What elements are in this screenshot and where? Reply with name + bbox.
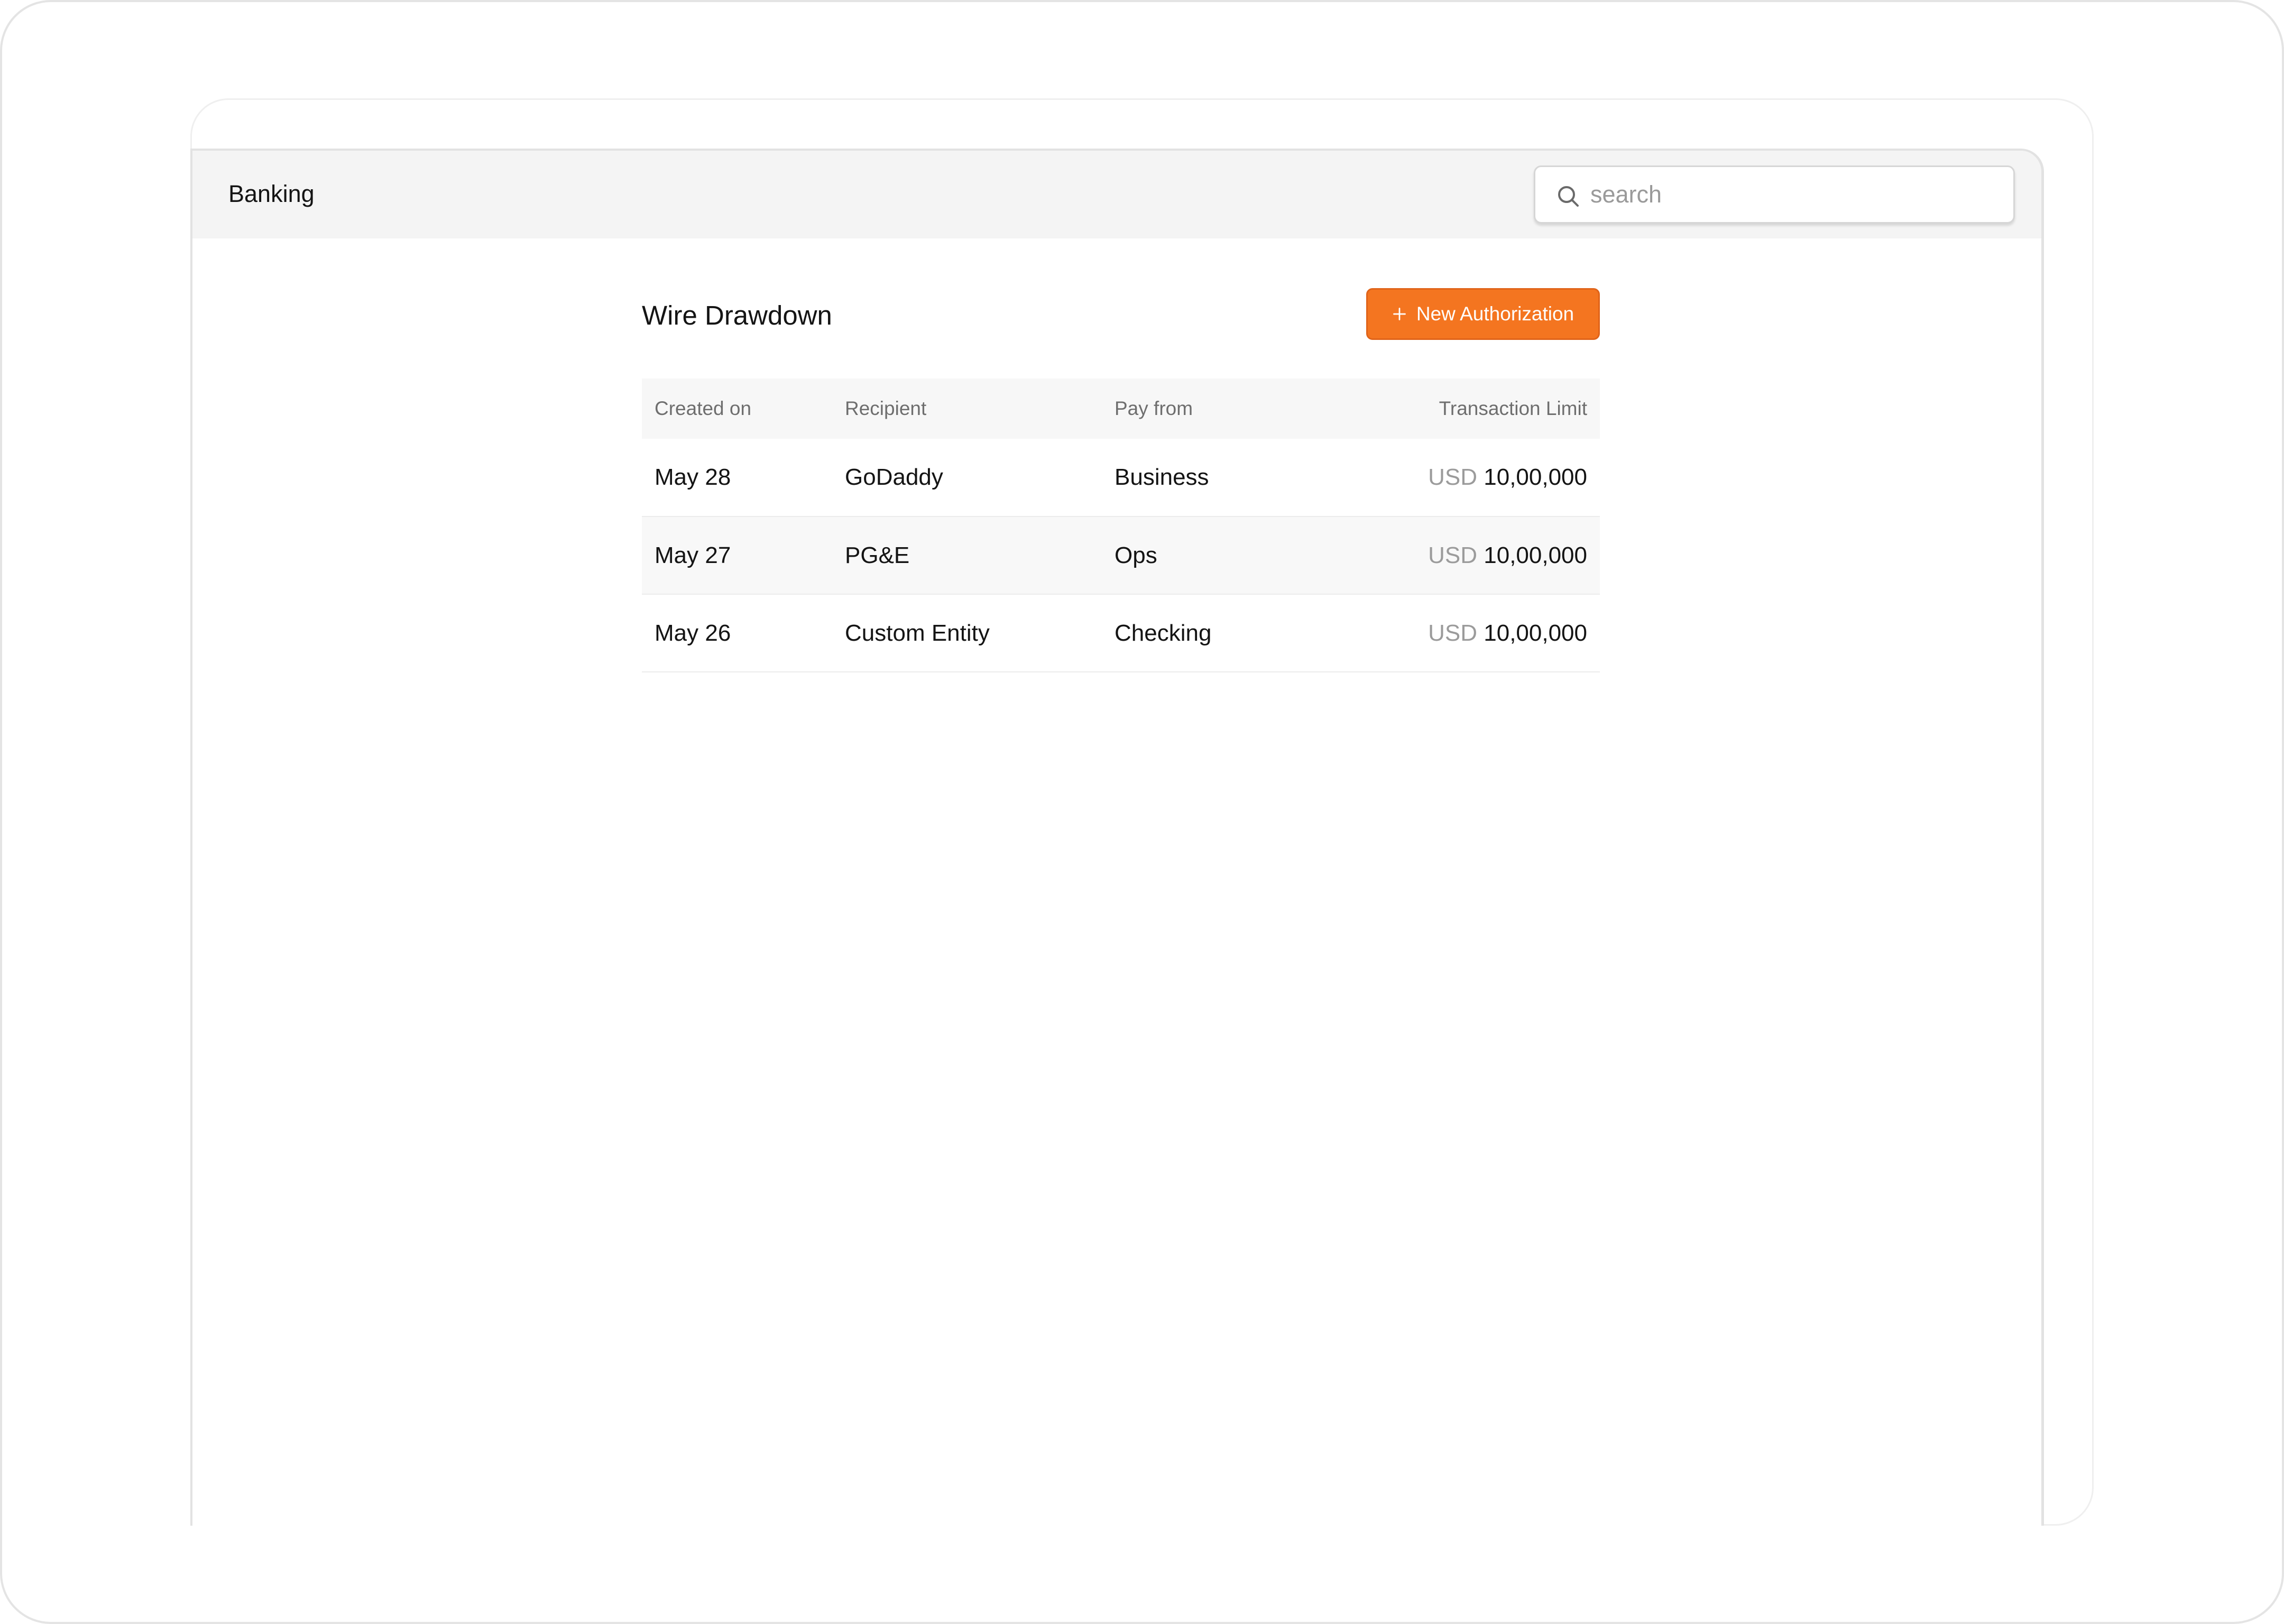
table-row[interactable]: May 28 GoDaddy Business USD 10,00,000: [642, 439, 1600, 517]
column-header-transaction-limit[interactable]: Transaction Limit: [1371, 379, 1600, 439]
table-row[interactable]: May 27 PG&E Ops USD 10,00,000: [642, 516, 1600, 595]
cell-recipient: Custom Entity: [832, 594, 1102, 672]
table-row[interactable]: May 26 Custom Entity Checking USD 10,00,…: [642, 594, 1600, 672]
column-header-created-on[interactable]: Created on: [642, 379, 832, 439]
column-header-recipient[interactable]: Recipient: [832, 379, 1102, 439]
cell-pay-from: Checking: [1102, 594, 1371, 672]
cell-created-on: May 28: [642, 439, 832, 517]
search-icon: [1558, 186, 1579, 207]
column-header-pay-from[interactable]: Pay from: [1102, 379, 1371, 439]
table-header-row: Created on Recipient Pay from Transactio…: [642, 379, 1600, 439]
currency-code: USD: [1428, 464, 1478, 490]
search-input[interactable]: [1590, 167, 2003, 222]
limit-amount: 10,00,000: [1484, 464, 1587, 490]
cell-transaction-limit: USD 10,00,000: [1371, 439, 1600, 517]
cell-created-on: May 26: [642, 594, 832, 672]
limit-amount: 10,00,000: [1484, 542, 1587, 568]
search-box[interactable]: [1534, 165, 2015, 224]
page-title: Wire Drawdown: [642, 300, 832, 330]
cell-pay-from: Ops: [1102, 516, 1371, 595]
cell-transaction-limit: USD 10,00,000: [1371, 594, 1600, 672]
app-title: Banking: [228, 180, 315, 207]
app-window: Banking Wire Drawdown New Authorization …: [190, 149, 2044, 1526]
limit-amount: 10,00,000: [1484, 620, 1587, 646]
cell-transaction-limit: USD 10,00,000: [1371, 516, 1600, 595]
cell-recipient: PG&E: [832, 516, 1102, 595]
plus-icon: [1393, 308, 1406, 320]
new-authorization-button[interactable]: New Authorization: [1366, 288, 1600, 340]
cell-recipient: GoDaddy: [832, 439, 1102, 517]
app-header: Banking: [192, 151, 2041, 238]
cell-created-on: May 27: [642, 516, 832, 595]
currency-code: USD: [1428, 620, 1478, 646]
wire-drawdown-table: Created on Recipient Pay from Transactio…: [642, 379, 1600, 672]
cell-pay-from: Business: [1102, 439, 1371, 517]
currency-code: USD: [1428, 542, 1478, 568]
new-authorization-label: New Authorization: [1416, 303, 1574, 325]
